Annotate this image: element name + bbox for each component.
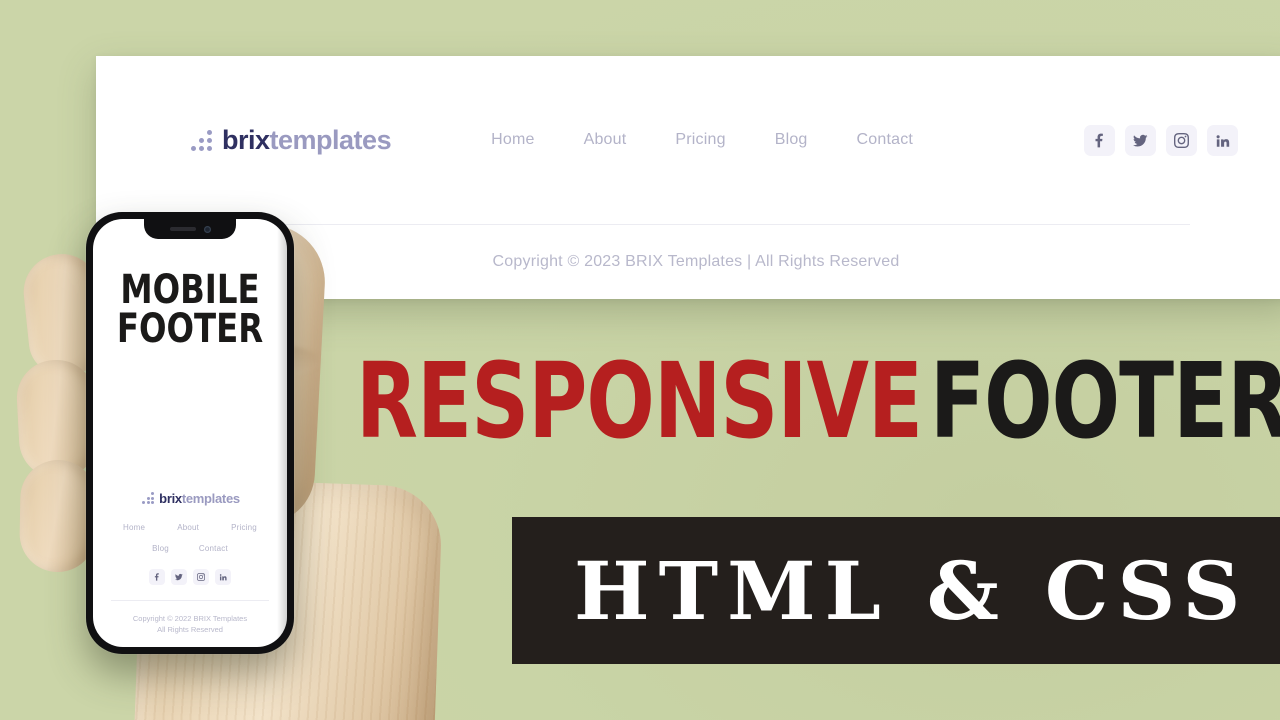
mobile-nav-link-about[interactable]: About: [177, 523, 199, 532]
facebook-icon[interactable]: [149, 568, 165, 585]
title-word-footer: FOOTER: [930, 340, 1280, 463]
mobile-footer-divider: [111, 599, 269, 601]
mobile-nav-link-pricing[interactable]: Pricing: [231, 523, 257, 532]
brand-name-primary: brix: [222, 124, 270, 155]
phone-heading: MOBILE FOOTER: [103, 267, 278, 353]
brand-logo[interactable]: brixtemplates: [186, 124, 392, 156]
mobile-nav-row-1: Home About Pricing: [114, 523, 266, 532]
tech-banner-text: HTML & CSS: [574, 543, 1250, 638]
linkedin-icon[interactable]: [1207, 124, 1238, 156]
phone-screen: MOBILE FOOTER brixtemplates Home About P…: [93, 219, 287, 647]
mobile-nav-link-contact[interactable]: Contact: [199, 544, 228, 553]
desktop-footer-top-row: brixtemplates Home About Pricing Blog Co…: [96, 56, 1280, 224]
linkedin-icon[interactable]: [215, 568, 231, 585]
mobile-brand-name-primary: brix: [159, 490, 182, 506]
mobile-copyright-line-2: All Rights Reserved: [157, 624, 223, 634]
mobile-social-links: [149, 568, 231, 585]
brix-dots-logo-icon: [140, 492, 155, 504]
speaker-grille-icon: [169, 227, 196, 231]
brand-logo-text: brixtemplates: [222, 124, 392, 156]
mobile-copyright-line-1: Copyright © 2022 BRIX Templates: [132, 613, 248, 623]
title-word-responsive: RESPONSIVE: [356, 340, 923, 463]
mobile-footer: brixtemplates Home About Pricing Blog Co…: [93, 491, 287, 648]
front-camera-icon: [203, 225, 211, 233]
mobile-nav-row-2: Blog Contact: [114, 544, 266, 553]
twitter-icon[interactable]: [1125, 124, 1156, 156]
phone-notch: [144, 219, 236, 239]
phone-heading-line-2: FOOTER: [116, 306, 264, 353]
mobile-brand-name-secondary: templates: [181, 490, 240, 506]
mobile-copyright-text: Copyright © 2022 BRIX Templates All Righ…: [133, 613, 247, 636]
mobile-footer-nav: Home About Pricing Blog Contact: [114, 523, 266, 553]
twitter-icon[interactable]: [171, 568, 187, 585]
nav-link-blog[interactable]: Blog: [775, 131, 808, 149]
phone-mockup: MOBILE FOOTER brixtemplates Home About P…: [86, 212, 294, 654]
nav-link-contact[interactable]: Contact: [857, 131, 914, 149]
instagram-icon[interactable]: [193, 568, 209, 585]
desktop-footer-nav: Home About Pricing Blog Contact: [491, 131, 913, 149]
mobile-nav-link-blog[interactable]: Blog: [152, 544, 169, 553]
mobile-brand-logo[interactable]: brixtemplates: [140, 491, 240, 506]
mobile-brand-logo-text: brixtemplates: [159, 491, 240, 506]
main-title: RESPONSIVE FOOTER: [356, 340, 1280, 463]
brix-dots-logo-icon: [186, 129, 212, 151]
facebook-icon[interactable]: [1084, 124, 1115, 156]
brand-name-secondary: templates: [269, 124, 392, 155]
mobile-nav-link-home[interactable]: Home: [123, 523, 145, 532]
instagram-icon[interactable]: [1166, 124, 1197, 156]
phone-heading-line-1: MOBILE: [120, 267, 260, 313]
desktop-social-links: [1084, 124, 1238, 156]
nav-link-home[interactable]: Home: [491, 131, 534, 149]
nav-link-about[interactable]: About: [584, 131, 627, 149]
nav-link-pricing[interactable]: Pricing: [675, 131, 725, 149]
tech-banner: HTML & CSS: [512, 517, 1280, 664]
